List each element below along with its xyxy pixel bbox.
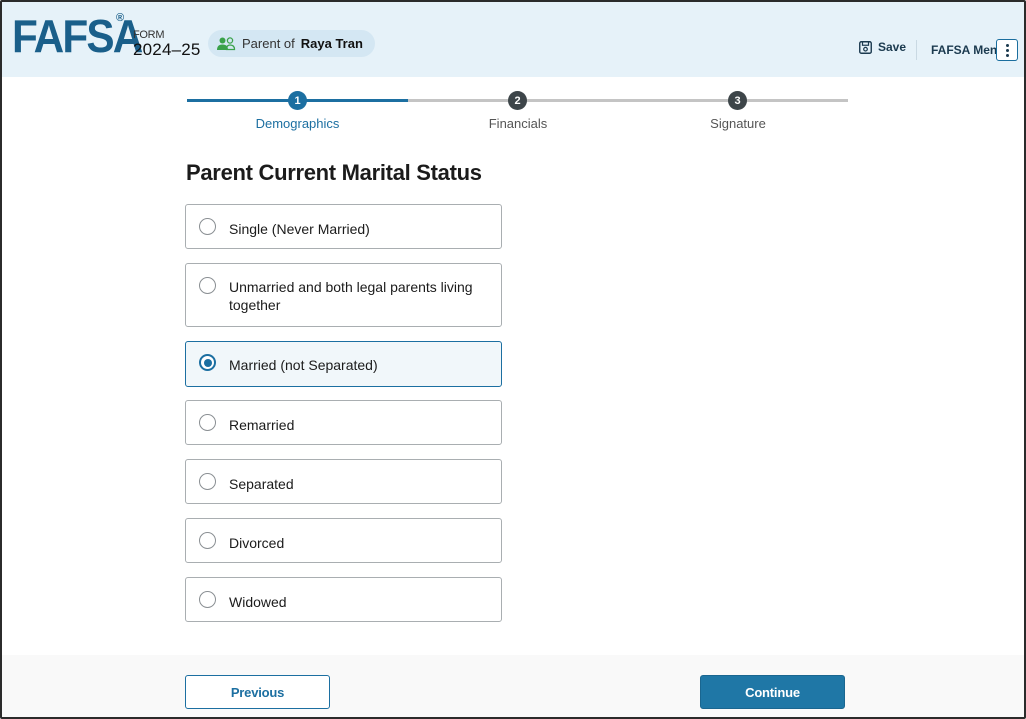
student-name: Raya Tran	[300, 36, 363, 51]
registered-mark: ®	[116, 12, 125, 24]
save-label: Save	[878, 40, 907, 54]
radio-button-selected[interactable]	[199, 354, 216, 371]
header: FAFSA ® FORM 2024–25 Parent of Raya Tran	[2, 2, 1024, 77]
page-title: Parent Current Marital Status	[186, 160, 482, 185]
step-label: Financials	[488, 116, 548, 131]
option-married[interactable]: Married (not Separated)	[185, 341, 502, 387]
option-separated[interactable]: Separated	[185, 459, 502, 504]
kebab-dot	[1005, 43, 1009, 47]
step-number: 1	[288, 91, 307, 110]
fafsa-page: FAFSA ® FORM 2024–25 Parent of Raya Tran	[0, 0, 1026, 719]
parent-prefix: Parent of	[242, 36, 295, 51]
continue-button[interactable]: Continue	[700, 675, 845, 709]
radio-button[interactable]	[199, 591, 216, 608]
fafsa-menu-button[interactable]	[996, 39, 1018, 61]
option-label: Separated	[229, 476, 294, 492]
save-icon	[859, 40, 872, 54]
previous-button[interactable]: Previous	[185, 675, 330, 709]
option-label: Remarried	[229, 417, 295, 433]
radio-button[interactable]	[199, 414, 216, 431]
option-label: Widowed	[229, 594, 287, 610]
footer-bar	[2, 655, 1024, 717]
parent-badge: Parent of Raya Tran	[208, 30, 375, 57]
option-divorced[interactable]: Divorced	[185, 518, 502, 563]
step-number: 3	[728, 91, 747, 110]
option-widowed[interactable]: Widowed	[185, 577, 502, 622]
step-label: Signature	[710, 116, 766, 131]
radio-button[interactable]	[199, 277, 216, 294]
progress-stepper: 1 Demographics 2 Financials 3 Signature	[187, 90, 848, 135]
fafsa-menu-label[interactable]: FAFSA Menu	[931, 43, 1005, 57]
option-single[interactable]: Single (Never Married)	[185, 204, 502, 249]
stepper-line-remaining	[408, 99, 848, 102]
header-divider	[916, 40, 917, 60]
radio-button[interactable]	[199, 473, 216, 490]
users-icon	[217, 36, 236, 51]
option-unmarried-together[interactable]: Unmarried and both legal parents living …	[185, 263, 502, 327]
option-label: Married (not Separated)	[229, 357, 378, 373]
radio-button[interactable]	[199, 218, 216, 235]
option-label: Divorced	[229, 535, 285, 551]
radio-button[interactable]	[199, 532, 216, 549]
step-number: 2	[508, 91, 527, 110]
kebab-dot	[1005, 48, 1009, 52]
step-label: Demographics	[255, 116, 340, 131]
kebab-dot	[1005, 53, 1009, 57]
save-button[interactable]: Save	[859, 40, 906, 54]
option-remarried[interactable]: Remarried	[185, 400, 502, 445]
option-label: Single (Never Married)	[229, 221, 370, 237]
form-year: 2024–25	[133, 40, 201, 59]
option-label: Unmarried and both legal parents living …	[229, 279, 473, 313]
